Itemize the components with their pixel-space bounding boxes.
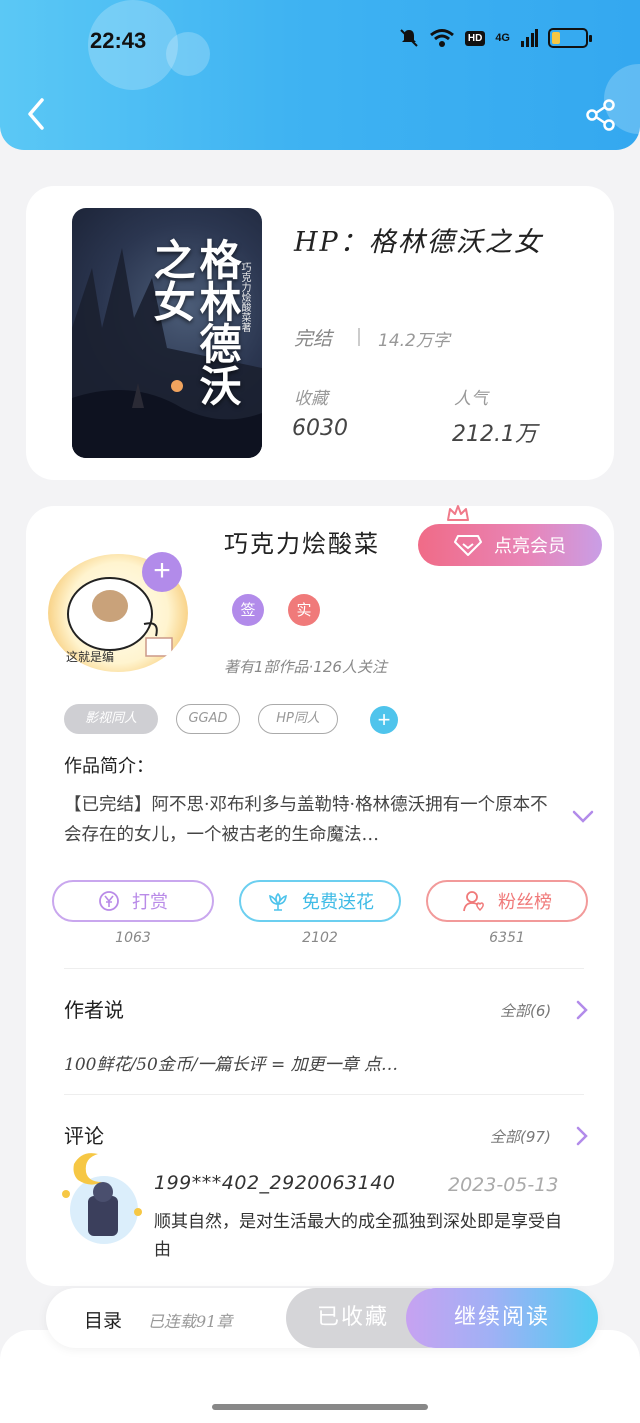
- tag-chip[interactable]: 影视同人: [64, 704, 158, 734]
- add-tag-button[interactable]: +: [370, 706, 398, 734]
- avatar-caption: 这就是编: [66, 650, 115, 664]
- commenter-name: 199***402_2920063140: [154, 1172, 396, 1194]
- status-time: 22:43: [90, 28, 147, 53]
- status-icons: HD 4G: [399, 28, 592, 48]
- continue-reading-button[interactable]: 继续阅读: [406, 1288, 598, 1348]
- wifi-icon: [429, 29, 454, 47]
- author-say-title: 作者说: [64, 998, 124, 1022]
- chevron-right-icon[interactable]: [576, 1000, 588, 1020]
- collected-label: 已收藏: [316, 1305, 389, 1330]
- mute-icon: [400, 29, 418, 47]
- intro-label: 作品简介：: [64, 756, 154, 777]
- diamond-icon: [454, 535, 482, 556]
- fan-ranking-label: 粉丝榜: [498, 892, 552, 913]
- verified-badge: 实: [288, 594, 320, 626]
- vip-button[interactable]: 点亮会员: [418, 524, 602, 566]
- back-button[interactable]: [22, 96, 50, 132]
- cover-author: 巧克力烩酸菜著: [239, 262, 250, 332]
- flower-icon: [269, 892, 287, 911]
- send-flower-button[interactable]: 免费送花: [239, 880, 401, 922]
- tip-button-label: 打赏: [132, 892, 168, 913]
- comment-text[interactable]: 顺其自然，是对生活最大的成全孤独到深处即是享受自由: [154, 1208, 564, 1264]
- fan-count: 6351: [489, 930, 525, 946]
- section-divider: [64, 1094, 584, 1095]
- top-header: 22:43 HD 4G: [0, 0, 640, 150]
- fan-ranking-button[interactable]: 粉丝榜: [426, 880, 588, 922]
- status-divider: [358, 328, 360, 346]
- author-meta: 著有1部作品·126人关注: [224, 658, 387, 676]
- flower-count: 2102: [302, 930, 338, 946]
- follow-author-button[interactable]: +: [142, 552, 182, 592]
- book-detail-card: 这就是编 + 巧克力烩酸菜 点亮会员 签 实 著有1部作品·126人关注 影视同…: [26, 505, 614, 1286]
- battery-level: [552, 32, 560, 44]
- favorites-value: 6030: [292, 416, 348, 441]
- commenter-avatar[interactable]: [44, 1146, 152, 1246]
- signal-icon: [521, 29, 538, 47]
- toc-button[interactable]: 目录: [84, 1306, 122, 1333]
- section-divider: [64, 968, 584, 969]
- intro-text[interactable]: 【已完结】阿不思·邓布利多与盖勒特·格林德沃拥有一个原本不会存在的女儿，一个被古…: [64, 790, 554, 850]
- comments-more[interactable]: 全部(97): [490, 1126, 551, 1147]
- chapter-count: 已连载91章: [148, 1312, 233, 1331]
- tag-chip[interactable]: GGAD: [176, 704, 240, 734]
- favorites-label: 收藏: [294, 389, 328, 409]
- network-label: 4G: [495, 32, 510, 44]
- battery-icon: [548, 28, 592, 48]
- book-status: 完结: [294, 328, 333, 350]
- author-name[interactable]: 巧克力烩酸菜: [224, 524, 380, 559]
- tag-chip[interactable]: HP同人: [258, 704, 338, 734]
- popularity-label: 人气: [454, 389, 488, 409]
- vip-button-label: 点亮会员: [494, 536, 566, 557]
- cover-title: 格林德沃之女: [147, 238, 242, 406]
- signed-badge: 签: [232, 594, 264, 626]
- chevron-down-icon[interactable]: [572, 810, 594, 824]
- hd-badge: HD: [464, 30, 486, 46]
- send-flower-label: 免费送花: [302, 892, 374, 913]
- comment-date: 2023-05-13: [448, 1174, 559, 1196]
- yen-icon: [99, 891, 119, 911]
- author-say-text[interactable]: 100鲜花/50金币/一篇长评 = 加更一章 点…: [64, 1050, 398, 1075]
- crown-icon: [447, 505, 469, 521]
- share-button[interactable]: [584, 98, 618, 132]
- book-info-card: 格林德沃之女 巧克力烩酸菜著 HP：格林德沃之女 完结 14.2万字 收藏 60…: [26, 186, 614, 480]
- home-indicator: [212, 1404, 428, 1410]
- popularity-value: 212.1万: [452, 422, 537, 447]
- book-cover[interactable]: 格林德沃之女 巧克力烩酸菜著: [72, 208, 262, 458]
- comments-title: 评论: [64, 1124, 104, 1148]
- tip-button[interactable]: 打赏: [52, 880, 214, 922]
- chevron-right-icon[interactable]: [576, 1126, 588, 1146]
- word-count: 14.2万字: [378, 331, 450, 351]
- author-say-more[interactable]: 全部(6): [500, 1000, 551, 1021]
- tip-count: 1063: [115, 930, 151, 946]
- book-title: HP：格林德沃之女: [294, 227, 543, 258]
- decorative-bubble: [166, 32, 210, 76]
- fan-icon: [463, 891, 484, 912]
- bottom-action-bar: 目录 已连载91章 已收藏 继续阅读: [46, 1288, 598, 1348]
